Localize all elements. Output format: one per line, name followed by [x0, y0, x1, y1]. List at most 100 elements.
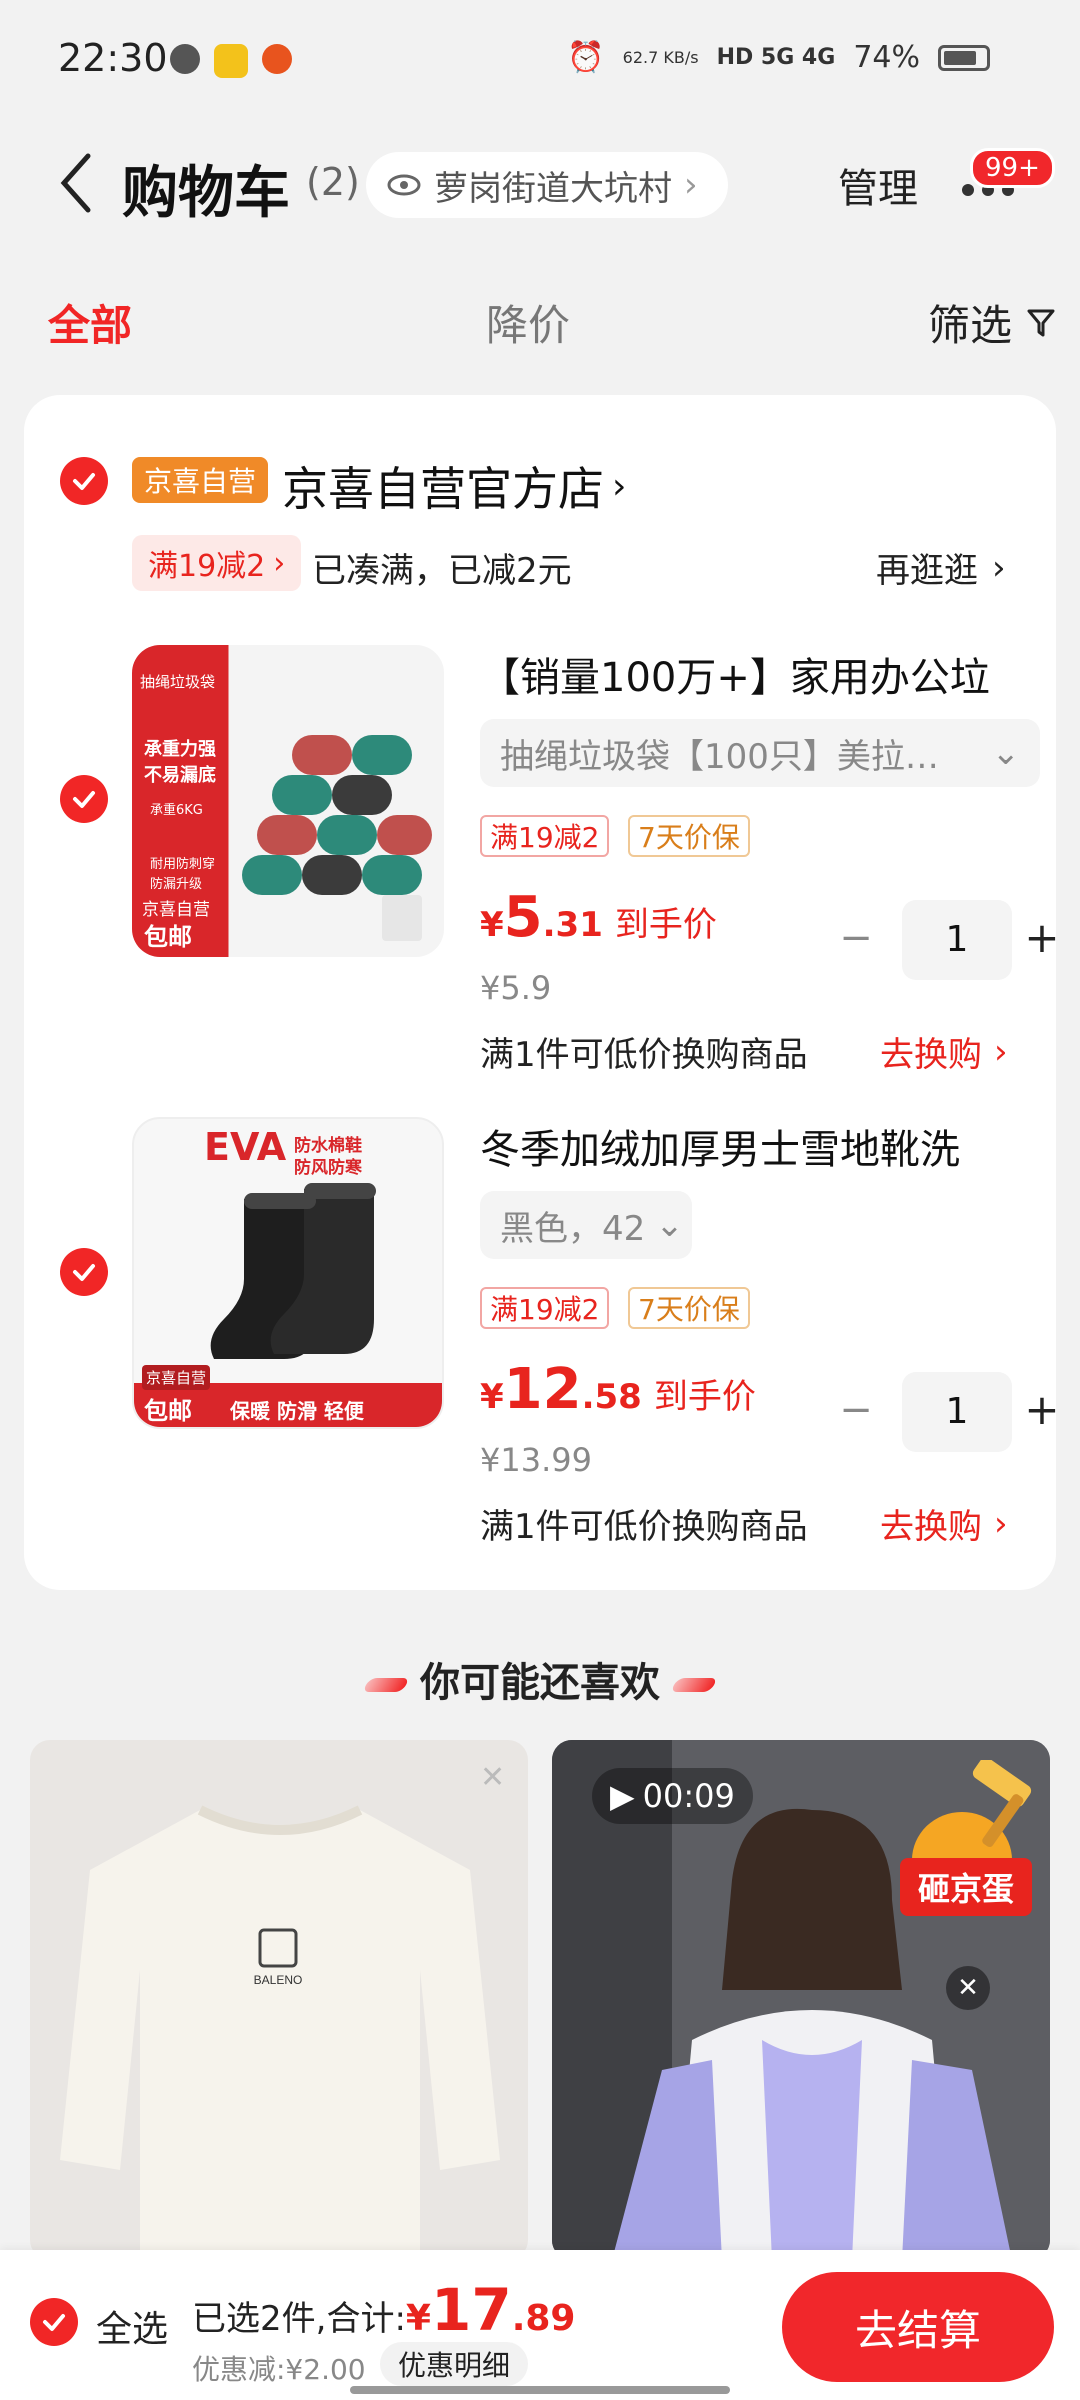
exchange-link-label: 去换购 [880, 1507, 982, 1547]
price-protect-tag: 7天价保 [628, 1287, 750, 1329]
img-text: 不易漏底 [144, 765, 216, 786]
decor-icon [669, 1678, 719, 1692]
video-time: 00:09 [642, 1777, 735, 1815]
decrease-button[interactable]: − [836, 1390, 876, 1432]
product-image-boots[interactable]: EVA 防水棉鞋 防风防寒 保暖 防滑 轻便 京喜自营 包邮 [132, 1117, 444, 1429]
quantity-stepper[interactable]: − 1 + [836, 1372, 1060, 1452]
tab-price-drop[interactable]: 降价 [486, 292, 570, 353]
play-icon: ▶ [610, 1777, 635, 1815]
price-decimal: .31 [542, 905, 603, 945]
checkout-button[interactable]: 去结算 [782, 2272, 1054, 2382]
sku-text: 黑色，42 [500, 1208, 646, 1249]
app-icon [214, 44, 248, 78]
promo-chip-label: 满19减2 [148, 549, 266, 584]
exchange-text: 满1件可低价换购商品 [480, 1035, 808, 1075]
status-bar: 22:30 ⏰ 62.7 KB/s HD 5G 4G 74% [0, 0, 1080, 120]
sku-selector[interactable]: 黑色，42 ⌄ [480, 1191, 692, 1259]
price-label: 到手价 [653, 1377, 756, 1417]
recommendation-video-card[interactable]: ▶ 00:09 砸京蛋 ✕ [552, 1740, 1050, 2260]
shop-name: 京喜自营官方店 [282, 462, 604, 516]
img-text: 京喜自营 [142, 1365, 211, 1390]
sweater-logo: BALENO [254, 1973, 303, 1987]
header: 购物车 (2) 萝岗街道大坑村 › 管理 99+ [0, 130, 1080, 240]
recommendations-heading: 你可能还喜欢 [0, 1650, 1080, 1708]
browse-more-link[interactable]: 再逛逛 › [876, 543, 1006, 592]
quantity-value[interactable]: 1 [902, 900, 1012, 980]
promo-chip[interactable]: 满19减2 › [132, 535, 302, 591]
recommendation-card[interactable]: ✕ BALENO [30, 1740, 528, 2260]
manage-button[interactable]: 管理 [838, 156, 918, 214]
chevron-right-icon: › [273, 545, 286, 581]
message-badge: 99+ [970, 148, 1055, 188]
product-image-trashbag[interactable]: 抽绳垃圾袋 承重力强 不易漏底 承重6KG 耐用防刺穿 防漏升级 京喜自营 包邮 [132, 645, 444, 957]
shop-checkbox[interactable] [60, 457, 108, 505]
browse-more-label: 再逛逛 [876, 551, 978, 591]
original-price: ¥13.99 [480, 1441, 592, 1479]
price-integer: 12 [503, 1357, 582, 1422]
promo-tag: 满19减2 [480, 1287, 610, 1329]
img-text: 抽绳垃圾袋 [140, 673, 216, 691]
home-indicator[interactable] [350, 2386, 730, 2394]
total-integer: 17 [430, 2276, 512, 2344]
item-checkbox[interactable] [60, 775, 108, 823]
battery-icon [938, 44, 990, 71]
location-selector[interactable]: 萝岗街道大坑村 › [366, 152, 728, 218]
img-text: 保暖 防滑 轻便 [230, 1399, 364, 1423]
more-button[interactable]: 99+ [960, 148, 1055, 220]
exchange-text: 满1件可低价换购商品 [480, 1507, 808, 1547]
quantity-stepper[interactable]: − 1 + [836, 900, 1060, 980]
exchange-link[interactable]: 去换购 › [880, 1027, 1008, 1076]
close-icon[interactable]: ✕ [946, 1966, 990, 2010]
eye-icon [387, 174, 421, 196]
checkmark-icon [73, 473, 95, 490]
page-title: 购物车 [122, 161, 290, 226]
item-price: ¥ 12 .58 到手价 [480, 1357, 756, 1422]
item-title[interactable]: 冬季加绒加厚男士雪地靴洗 [480, 1117, 1040, 1175]
checkmark-icon [43, 2314, 65, 2331]
price-decimal: .58 [581, 1377, 642, 1417]
filter-icon [1027, 309, 1055, 336]
discount-detail-button[interactable]: 优惠明细 [380, 2342, 529, 2386]
decor-icon [361, 1678, 411, 1692]
decrease-button[interactable]: − [836, 918, 876, 960]
img-text: 包邮 [144, 923, 192, 951]
exchange-link-label: 去换购 [880, 1035, 982, 1075]
selected-count: 已选2件,合计: [192, 2299, 406, 2339]
shop-tag: 京喜自营 [132, 457, 269, 503]
select-all-checkbox[interactable] [30, 2298, 78, 2346]
sku-text: 抽绳垃圾袋【100只】美拉… [500, 736, 939, 777]
tab-all[interactable]: 全部 [48, 292, 132, 353]
total-summary: 已选2件,合计: ¥ 17 .89 [192, 2276, 575, 2344]
item-title[interactable]: 【销量100万+】家用办公垃 [480, 645, 1040, 703]
location-text: 萝岗街道大坑村 [434, 168, 672, 209]
network-indicator: HD 5G 4G [716, 45, 836, 70]
sku-selector[interactable]: 抽绳垃圾袋【100只】美拉… ⌄ [480, 719, 1040, 787]
img-text: EVA [204, 1125, 287, 1169]
chevron-right-icon: › [994, 1031, 1008, 1072]
exchange-link[interactable]: 去换购 › [880, 1499, 1008, 1548]
back-button[interactable] [52, 148, 112, 218]
quantity-value[interactable]: 1 [902, 1372, 1012, 1452]
chevron-right-icon: › [994, 1503, 1008, 1544]
chevron-down-icon: ⌄ [991, 733, 1021, 773]
item-price: ¥ 5 .31 到手价 [480, 885, 717, 950]
img-text: 承重6KG [150, 803, 203, 818]
recommendations-title: 你可能还喜欢 [420, 1660, 660, 1706]
increase-button[interactable]: + [1022, 917, 1062, 959]
shop-name-link[interactable]: 京喜自营官方店 › [282, 453, 626, 519]
smash-egg-label[interactable]: 砸京蛋 [900, 1858, 1033, 1916]
boots-illustration [210, 1183, 376, 1359]
trashbag-rolls-illustration [242, 735, 432, 941]
select-all-label[interactable]: 全选 [96, 2300, 168, 2352]
notification-icons [170, 44, 292, 78]
video-duration: ▶ 00:09 [592, 1768, 753, 1824]
status-right: ⏰ 62.7 KB/s HD 5G 4G 74% [567, 40, 990, 75]
chevron-right-icon: › [612, 465, 627, 507]
price-currency: ¥ [480, 905, 504, 945]
img-text: 防风防寒 [294, 1158, 362, 1178]
status-time: 22:30 [58, 36, 168, 80]
filter-button[interactable]: 筛选 [928, 292, 1056, 353]
increase-button[interactable]: + [1022, 1389, 1062, 1431]
total-decimal: .89 [511, 2298, 576, 2339]
item-checkbox[interactable] [60, 1248, 108, 1296]
